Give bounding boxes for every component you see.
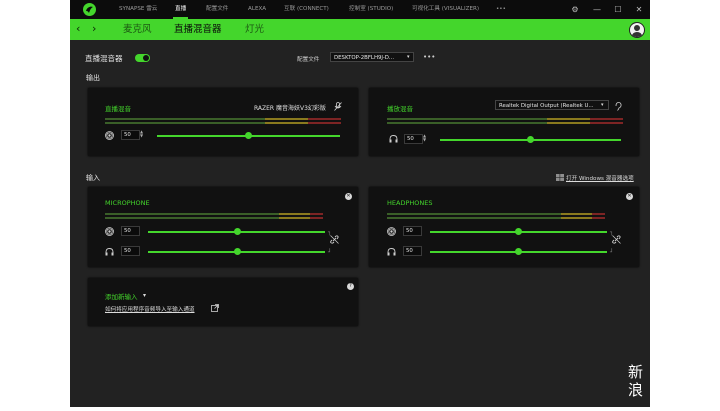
microphone-monitor-headphone-icon (105, 248, 114, 258)
hearing-icon[interactable] (615, 102, 622, 113)
watermark-char-2: 浪 (628, 381, 644, 399)
playback-device-select[interactable]: Realtek Digital Output (Realtek U... (495, 100, 609, 110)
profile-label: 配置文件 (297, 57, 320, 63)
microphone-panel: ✕ MICROPHONE 50 50 ┐ ┘ (88, 187, 358, 267)
playback-mix-volume-value: 50 (407, 136, 414, 142)
playback-mix-panel: 播放混音 Realtek Digital Output (Realtek U..… (369, 88, 639, 156)
tab-microphone[interactable]: 麦克风 (123, 19, 152, 40)
sina-watermark: 新 浪 众测 (626, 364, 720, 406)
headphones-link-bracket-top: ┐ (610, 229, 614, 236)
stream-mix-volume-input[interactable]: 50 (121, 130, 140, 140)
playback-mix-title: 播放混音 (387, 105, 413, 113)
microphone-stream-volume-input[interactable]: 50 (121, 226, 140, 236)
headphones-link-bracket-bottom: ┘ (610, 249, 614, 256)
nav-connect[interactable]: 互联 (CONNECT) (284, 0, 329, 19)
stream-mix-title: 直播混音 (105, 105, 131, 113)
stream-mix-volume-value: 50 (124, 132, 131, 138)
profile-dropdown-icon[interactable]: ▾ (407, 54, 410, 60)
nav-visualizer[interactable]: 可视化工具 (VISUALIZER) (412, 0, 479, 19)
title-bar: SYNAPSE 雷云 直播 配置文件 ALEXA 互联 (CONNECT) 控制… (70, 0, 650, 19)
microphone-link-bracket-bottom: ┘ (328, 249, 332, 256)
microphone-stream-slider-thumb[interactable] (234, 228, 241, 235)
microphone-level-meter (105, 213, 323, 219)
microphone-monitor-volume-input[interactable]: 50 (121, 246, 140, 256)
nav-stream[interactable]: 直播 (172, 0, 189, 19)
playback-dropdown-icon[interactable]: ▾ (601, 102, 604, 108)
profile-select-value: DESKTOP-2BFLH9J-D... (334, 55, 395, 61)
playback-mix-spinner[interactable]: ▲ ▼ (423, 134, 426, 142)
remove-microphone-icon[interactable]: ✕ (345, 193, 352, 200)
user-avatar-icon[interactable] (629, 22, 645, 38)
headphones-stream-icon (387, 227, 396, 238)
nav-alexa[interactable]: ALEXA (248, 0, 266, 19)
mic-mute-icon[interactable] (334, 102, 342, 113)
add-input-dropdown-icon[interactable]: ▾ (143, 292, 146, 299)
nav-more-icon[interactable]: ••• (496, 0, 506, 19)
external-link-icon[interactable] (211, 304, 219, 314)
headphones-monitor-headphone-icon (387, 248, 396, 258)
playback-mix-level-meter (387, 118, 623, 124)
headphones-level-meter (387, 213, 605, 219)
watermark-text: 众测 (652, 370, 691, 392)
maximize-icon[interactable]: ☐ (611, 0, 625, 19)
headphones-title: HEADPHONES (387, 199, 433, 207)
nav-studio[interactable]: 控制室 (STUDIO) (349, 0, 393, 19)
add-input-button[interactable]: 添加新输入 (105, 291, 138, 301)
profile-select[interactable]: DESKTOP-2BFLH9J-D... (330, 52, 414, 62)
help-info-icon[interactable]: ? (347, 283, 354, 290)
output-section-label: 输出 (86, 74, 100, 82)
microphone-monitor-volume-value: 50 (124, 248, 131, 254)
headphones-stream-slider-thumb[interactable] (515, 228, 522, 235)
headphones-monitor-slider-thumb[interactable] (515, 248, 522, 255)
settings-gear-icon[interactable]: ⚙ (568, 0, 582, 19)
headphones-monitor-volume-input[interactable]: 50 (403, 246, 422, 256)
open-windows-mixer-link[interactable]: 打开 Windows 混音器选项 (566, 174, 634, 182)
remove-headphones-icon[interactable]: ✕ (626, 193, 633, 200)
microphone-link-bracket-top: ┐ (328, 229, 332, 236)
tab-lighting[interactable]: 灯光 (245, 19, 264, 40)
forward-arrow-icon[interactable]: › (92, 19, 96, 40)
nav-profiles[interactable]: 配置文件 (206, 0, 228, 19)
stream-mix-level-meter (105, 118, 341, 124)
razer-logo-icon (83, 3, 96, 16)
stream-mixer-toggle[interactable] (135, 54, 150, 62)
back-arrow-icon[interactable]: ‹ (76, 19, 80, 40)
input-section-label: 输入 (86, 174, 100, 182)
stream-mix-spinner[interactable]: ▲ ▼ (140, 130, 143, 138)
playback-mix-volume-input[interactable]: 50 (404, 134, 423, 144)
stream-mix-slider-thumb[interactable] (245, 132, 252, 139)
tab-stream-mixer[interactable]: 直播混音器 (174, 19, 222, 40)
headphones-panel: ✕ HEADPHONES 50 50 ┐ ┘ (369, 187, 639, 267)
windows-logo-icon (556, 174, 564, 184)
how-to-route-audio-link[interactable]: 如何将应用程序音频导入至输入通道 (105, 305, 195, 313)
profile-more-icon[interactable]: ••• (423, 53, 435, 61)
add-input-panel: ? 添加新输入 ▾ 如何将应用程序音频导入至输入通道 (88, 278, 358, 326)
synapse-window: SYNAPSE 雷云 直播 配置文件 ALEXA 互联 (CONNECT) 控制… (70, 0, 650, 407)
microphone-stream-volume-value: 50 (124, 228, 131, 234)
microphone-title: MICROPHONE (105, 199, 150, 207)
nav-synapse[interactable]: SYNAPSE 雷云 (119, 0, 157, 19)
microphone-monitor-slider-thumb[interactable] (234, 248, 241, 255)
minimize-icon[interactable]: — (590, 0, 604, 19)
headphones-stream-volume-value: 50 (406, 228, 413, 234)
sub-nav-bar: ‹ › 麦克风 直播混音器 灯光 (70, 19, 650, 40)
playback-mix-slider-thumb[interactable] (527, 136, 534, 143)
stream-mix-panel: 直播混音 RAZER 魔音海妖V3幻彩版 50 ▲ ▼ (88, 88, 358, 156)
watermark-char-1: 新 (628, 363, 644, 381)
headphones-monitor-volume-value: 50 (406, 248, 413, 254)
playback-device-value: Realtek Digital Output (Realtek U... (499, 103, 594, 109)
stream-volume-icon (105, 131, 114, 142)
stream-mixer-label: 直播混音器 (85, 54, 123, 63)
headphones-stream-volume-input[interactable]: 50 (403, 226, 422, 236)
headphone-icon (389, 135, 398, 145)
close-window-icon[interactable]: ✕ (632, 0, 646, 19)
microphone-stream-icon (105, 227, 114, 238)
stream-mix-device: RAZER 魔音海妖V3幻彩版 (254, 105, 326, 112)
